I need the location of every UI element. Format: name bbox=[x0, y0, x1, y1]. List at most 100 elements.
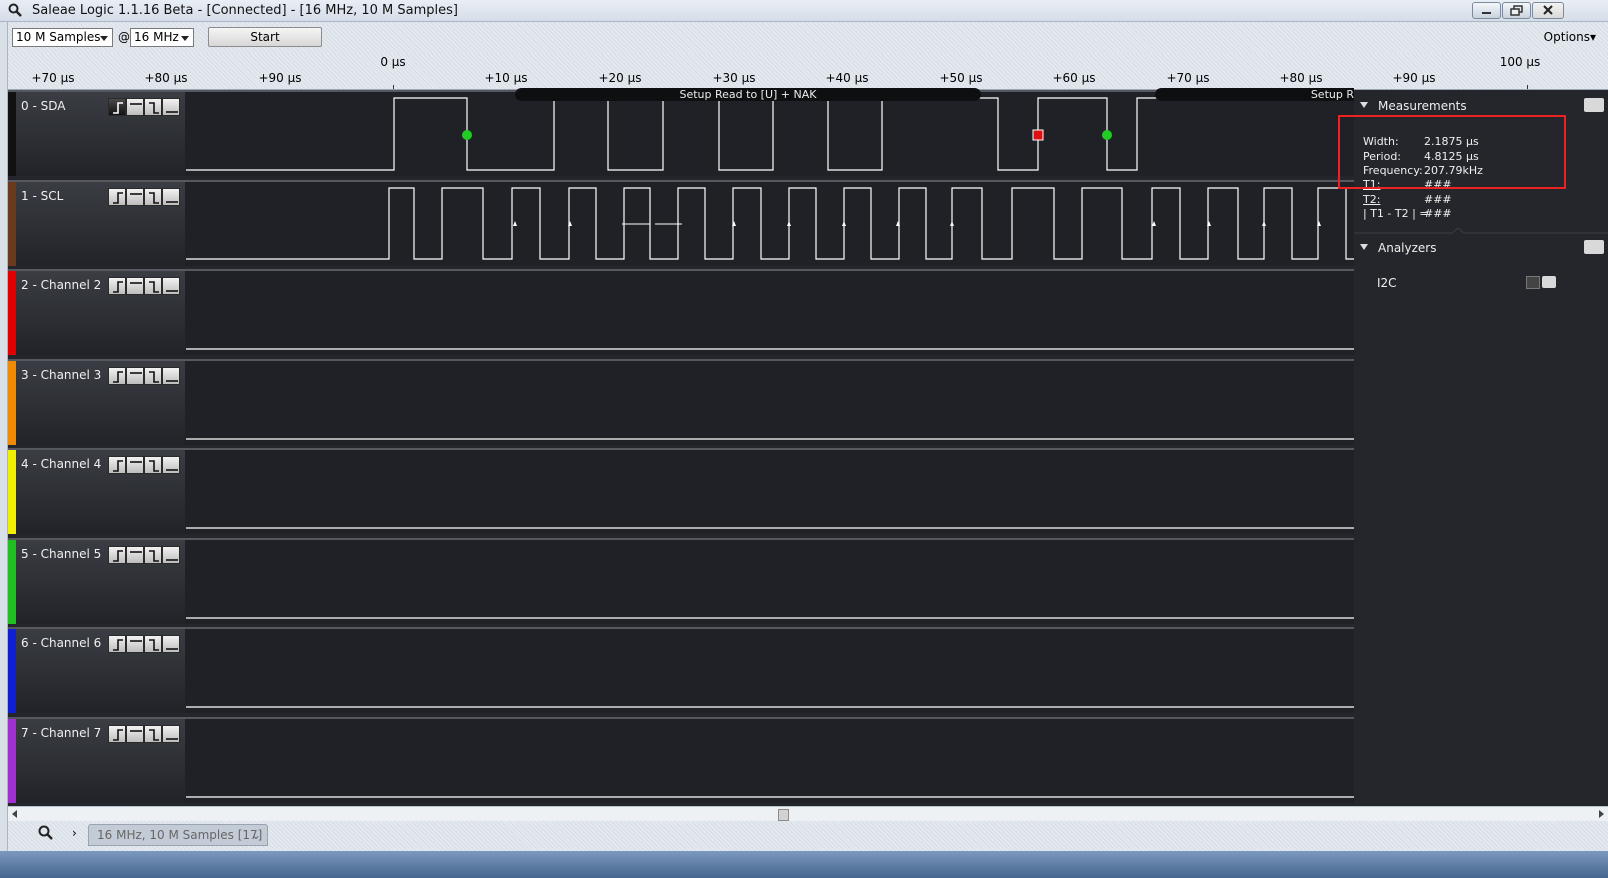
nak-marker-icon bbox=[1032, 129, 1044, 141]
gear-icon[interactable] bbox=[1584, 98, 1604, 112]
restore-icon bbox=[1510, 5, 1523, 16]
minimize-button[interactable] bbox=[1472, 2, 1501, 19]
sample-count-select[interactable]: 10 M Samples bbox=[12, 28, 113, 47]
channel-label-0[interactable]: 0 - SDA bbox=[8, 90, 185, 176]
protocol-decode-bubble[interactable]: Setup Read to [U] + NAK bbox=[515, 88, 981, 101]
close-icon bbox=[1543, 5, 1553, 15]
at-label: @ bbox=[118, 30, 130, 44]
rising-edge-trigger-icon[interactable] bbox=[108, 456, 126, 474]
low-level-trigger-icon[interactable] bbox=[162, 98, 180, 116]
channel-label-6[interactable]: 6 - Channel 6 bbox=[8, 627, 185, 713]
high-level-trigger-icon[interactable] bbox=[126, 546, 144, 564]
add-analyzer-icon[interactable] bbox=[1584, 240, 1604, 254]
trigger-buttons bbox=[108, 546, 182, 565]
channel-label-4[interactable]: 4 - Channel 4 bbox=[8, 448, 185, 534]
measurements-header[interactable]: Measurements bbox=[1354, 96, 1608, 116]
ruler-tick-label: +90 µs bbox=[258, 71, 302, 85]
ruler-tick-label: +30 µs bbox=[712, 71, 756, 85]
chevron-down-icon bbox=[181, 36, 189, 41]
rising-edge-trigger-icon[interactable] bbox=[108, 277, 126, 295]
low-level-trigger-icon[interactable] bbox=[162, 546, 180, 564]
rising-edge-trigger-icon[interactable] bbox=[108, 367, 126, 385]
protocol-decode-bubble[interactable]: Setup R bbox=[1155, 88, 1354, 101]
channel-name: 6 - Channel 6 bbox=[21, 636, 102, 650]
falling-edge-trigger-icon[interactable] bbox=[144, 725, 162, 743]
low-level-trigger-icon[interactable] bbox=[162, 367, 180, 385]
sda-waveform bbox=[186, 97, 1354, 171]
high-level-trigger-icon[interactable] bbox=[126, 725, 144, 743]
sample-rate-select[interactable]: 16 MHz bbox=[130, 28, 194, 47]
os-taskbar bbox=[0, 851, 1608, 878]
rising-edge-trigger-icon[interactable] bbox=[108, 725, 126, 743]
analyzer-gear-icon[interactable] bbox=[1542, 276, 1556, 288]
high-level-trigger-icon[interactable] bbox=[126, 635, 144, 653]
start-button[interactable]: Start bbox=[208, 27, 322, 47]
falling-edge-trigger-icon[interactable] bbox=[144, 546, 162, 564]
search-icon[interactable] bbox=[38, 825, 54, 841]
high-level-trigger-icon[interactable] bbox=[126, 98, 144, 116]
options-button[interactable]: Options▾ bbox=[1544, 30, 1596, 44]
title-bar: Saleae Logic 1.1.16 Beta - [Connected] -… bbox=[0, 0, 1608, 22]
high-level-trigger-icon[interactable] bbox=[126, 456, 144, 474]
zero-marker-icon bbox=[393, 85, 394, 89]
collapse-triangle-icon bbox=[1360, 102, 1368, 108]
collapse-triangle-icon bbox=[1360, 244, 1368, 250]
rising-edge-trigger-icon[interactable] bbox=[108, 98, 126, 116]
high-level-trigger-icon[interactable] bbox=[126, 277, 144, 295]
sample-rate-value: 16 MHz bbox=[134, 30, 179, 44]
analyzers-title: Analyzers bbox=[1378, 241, 1437, 255]
falling-edge-trigger-icon[interactable] bbox=[144, 188, 162, 206]
sample-arrow-icon bbox=[513, 221, 517, 226]
channel-name: 7 - Channel 7 bbox=[21, 726, 102, 740]
analyzers-header[interactable]: Analyzers bbox=[1354, 238, 1608, 258]
restore-button[interactable] bbox=[1502, 2, 1531, 19]
channel-name: 1 - SCL bbox=[21, 189, 64, 203]
ruler-tick-label: +60 µs bbox=[1052, 71, 1096, 85]
ruler-tick-label: +70 µs bbox=[31, 71, 75, 85]
capture-tab[interactable]: 16 MHz, 10 M Samples [17] ⌄ bbox=[88, 824, 268, 846]
falling-edge-trigger-icon[interactable] bbox=[144, 367, 162, 385]
sample-arrow-icon bbox=[842, 221, 846, 226]
channel-label-7[interactable]: 7 - Channel 7 bbox=[8, 717, 185, 803]
low-level-trigger-icon[interactable] bbox=[162, 725, 180, 743]
minimize-icon bbox=[1482, 12, 1491, 14]
chevron-down-icon[interactable]: ⌄ bbox=[251, 825, 261, 845]
low-level-trigger-icon[interactable] bbox=[162, 277, 180, 295]
t2-label[interactable]: T2: bbox=[1363, 193, 1424, 206]
channel-color-stripe bbox=[8, 450, 16, 534]
analyzer-item-i2c[interactable]: I2C bbox=[1377, 276, 1397, 290]
falling-edge-trigger-icon[interactable] bbox=[144, 456, 162, 474]
ruler-tick-label: +90 µs bbox=[1392, 71, 1436, 85]
sample-arrow-icon bbox=[1262, 221, 1266, 226]
diff-value: ### bbox=[1424, 207, 1452, 220]
scroll-left-icon[interactable] bbox=[12, 810, 17, 818]
ruler-tick-label: +40 µs bbox=[825, 71, 869, 85]
low-level-trigger-icon[interactable] bbox=[162, 635, 180, 653]
scroll-right-icon[interactable] bbox=[1599, 810, 1604, 818]
falling-edge-trigger-icon[interactable] bbox=[144, 98, 162, 116]
high-level-trigger-icon[interactable] bbox=[126, 367, 144, 385]
scroll-thumb[interactable] bbox=[778, 809, 789, 821]
horizontal-scrollbar[interactable] bbox=[8, 806, 1608, 821]
close-button[interactable] bbox=[1532, 2, 1564, 19]
sample-arrow-icon bbox=[787, 221, 791, 226]
rising-edge-trigger-icon[interactable] bbox=[108, 635, 126, 653]
remove-analyzer-icon[interactable] bbox=[1526, 276, 1540, 289]
time-ruler[interactable]: +70 µs +80 µs +90 µs 0 µs +10 µs +20 µs … bbox=[8, 54, 1608, 90]
channel-color-stripe bbox=[8, 629, 16, 713]
high-level-trigger-icon[interactable] bbox=[126, 188, 144, 206]
channel-name: 4 - Channel 4 bbox=[21, 457, 102, 471]
rising-edge-trigger-icon[interactable] bbox=[108, 188, 126, 206]
chevron-right-icon[interactable]: › bbox=[72, 826, 77, 840]
channel-label-2[interactable]: 2 - Channel 2 bbox=[8, 269, 185, 355]
channel-label-3[interactable]: 3 - Channel 3 bbox=[8, 359, 185, 445]
rising-edge-trigger-icon[interactable] bbox=[108, 546, 126, 564]
chevron-down-icon bbox=[100, 36, 108, 41]
waveform-canvas bbox=[186, 97, 1354, 798]
channel-label-5[interactable]: 5 - Channel 5 bbox=[8, 538, 185, 624]
low-level-trigger-icon[interactable] bbox=[162, 456, 180, 474]
falling-edge-trigger-icon[interactable] bbox=[144, 635, 162, 653]
low-level-trigger-icon[interactable] bbox=[162, 188, 180, 206]
falling-edge-trigger-icon[interactable] bbox=[144, 277, 162, 295]
channel-label-1[interactable]: 1 - SCL bbox=[8, 180, 185, 266]
